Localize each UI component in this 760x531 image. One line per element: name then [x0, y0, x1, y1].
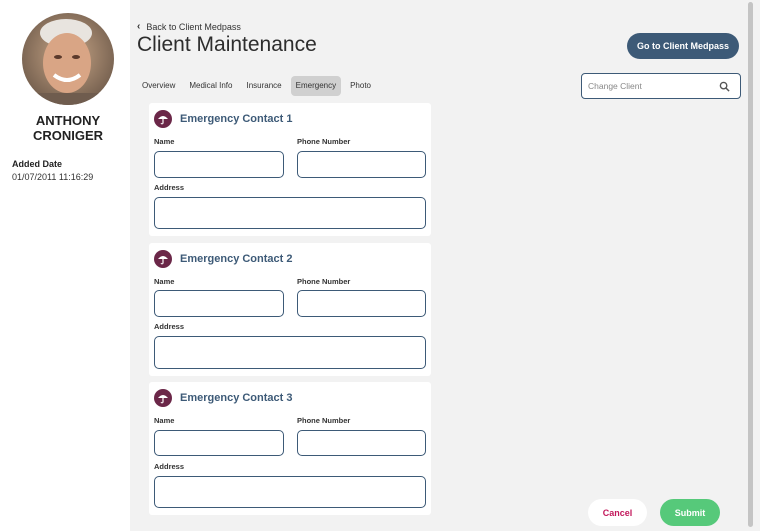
cancel-button[interactable]: Cancel	[588, 499, 647, 526]
tab-medical-info[interactable]: Medical Info	[184, 76, 237, 96]
contact-title: Emergency Contact 2	[180, 253, 293, 265]
contact-3-phone-input[interactable]	[298, 431, 425, 455]
name-label: Name	[154, 277, 175, 286]
submit-button[interactable]: Submit	[660, 499, 720, 526]
phone-label: Phone Number	[297, 137, 351, 146]
tab-photo[interactable]: Photo	[345, 76, 376, 96]
address-label: Address	[154, 462, 185, 471]
back-link[interactable]: ‹ Back to Client Medpass	[137, 21, 241, 32]
page-title: Client Maintenance	[137, 33, 317, 56]
umbrella-icon	[154, 110, 172, 128]
phone-label: Phone Number	[297, 277, 351, 286]
phone-label: Phone Number	[297, 416, 351, 425]
umbrella-icon	[154, 250, 172, 268]
contact-title: Emergency Contact 3	[180, 392, 293, 404]
contact-2-phone-input[interactable]	[298, 291, 425, 316]
contact-3-address-input[interactable]	[155, 477, 425, 507]
tab-overview[interactable]: Overview	[137, 76, 180, 96]
tab-bar: Overview Medical Info Insurance Emergenc…	[137, 76, 376, 96]
scrollbar-thumb[interactable]	[748, 2, 753, 527]
umbrella-icon	[154, 389, 172, 407]
contact-3-name-input[interactable]	[155, 431, 283, 455]
client-avatar	[22, 13, 114, 105]
contact-2-address-input[interactable]	[155, 337, 425, 368]
search-icon[interactable]	[719, 81, 730, 92]
client-sidebar: ANTHONY CRONIGER Added Date 01/07/2011 1…	[0, 0, 130, 531]
change-client-input[interactable]	[582, 74, 712, 98]
contact-2-name-input[interactable]	[155, 291, 283, 316]
go-to-medpass-button[interactable]: Go to Client Medpass	[627, 33, 739, 59]
name-label: Name	[154, 416, 175, 425]
back-link-label: Back to Client Medpass	[146, 21, 241, 32]
address-label: Address	[154, 322, 185, 331]
vertical-scrollbar[interactable]	[744, 0, 760, 531]
client-name: ANTHONY CRONIGER	[32, 113, 104, 143]
tab-insurance[interactable]: Insurance	[241, 76, 286, 96]
added-date-label: Added Date	[12, 159, 63, 169]
contact-1-phone-input[interactable]	[298, 152, 425, 177]
added-date-value: 01/07/2011 11:16:29	[12, 172, 94, 182]
change-client-search	[581, 73, 741, 99]
name-label: Name	[154, 137, 175, 146]
contact-1-address-input[interactable]	[155, 198, 425, 228]
contact-1-name-input[interactable]	[155, 152, 283, 177]
emergency-contact-card-2: Emergency Contact 2 Name Phone Number Ad…	[149, 243, 431, 376]
emergency-contact-card-1: Emergency Contact 1 Name Phone Number Ad…	[149, 103, 431, 236]
emergency-contact-card-3: Emergency Contact 3 Name Phone Number Ad…	[149, 382, 431, 515]
chevron-left-icon: ‹	[137, 21, 141, 32]
tab-emergency[interactable]: Emergency	[290, 76, 342, 96]
contact-title: Emergency Contact 1	[180, 113, 293, 125]
address-label: Address	[154, 183, 185, 192]
